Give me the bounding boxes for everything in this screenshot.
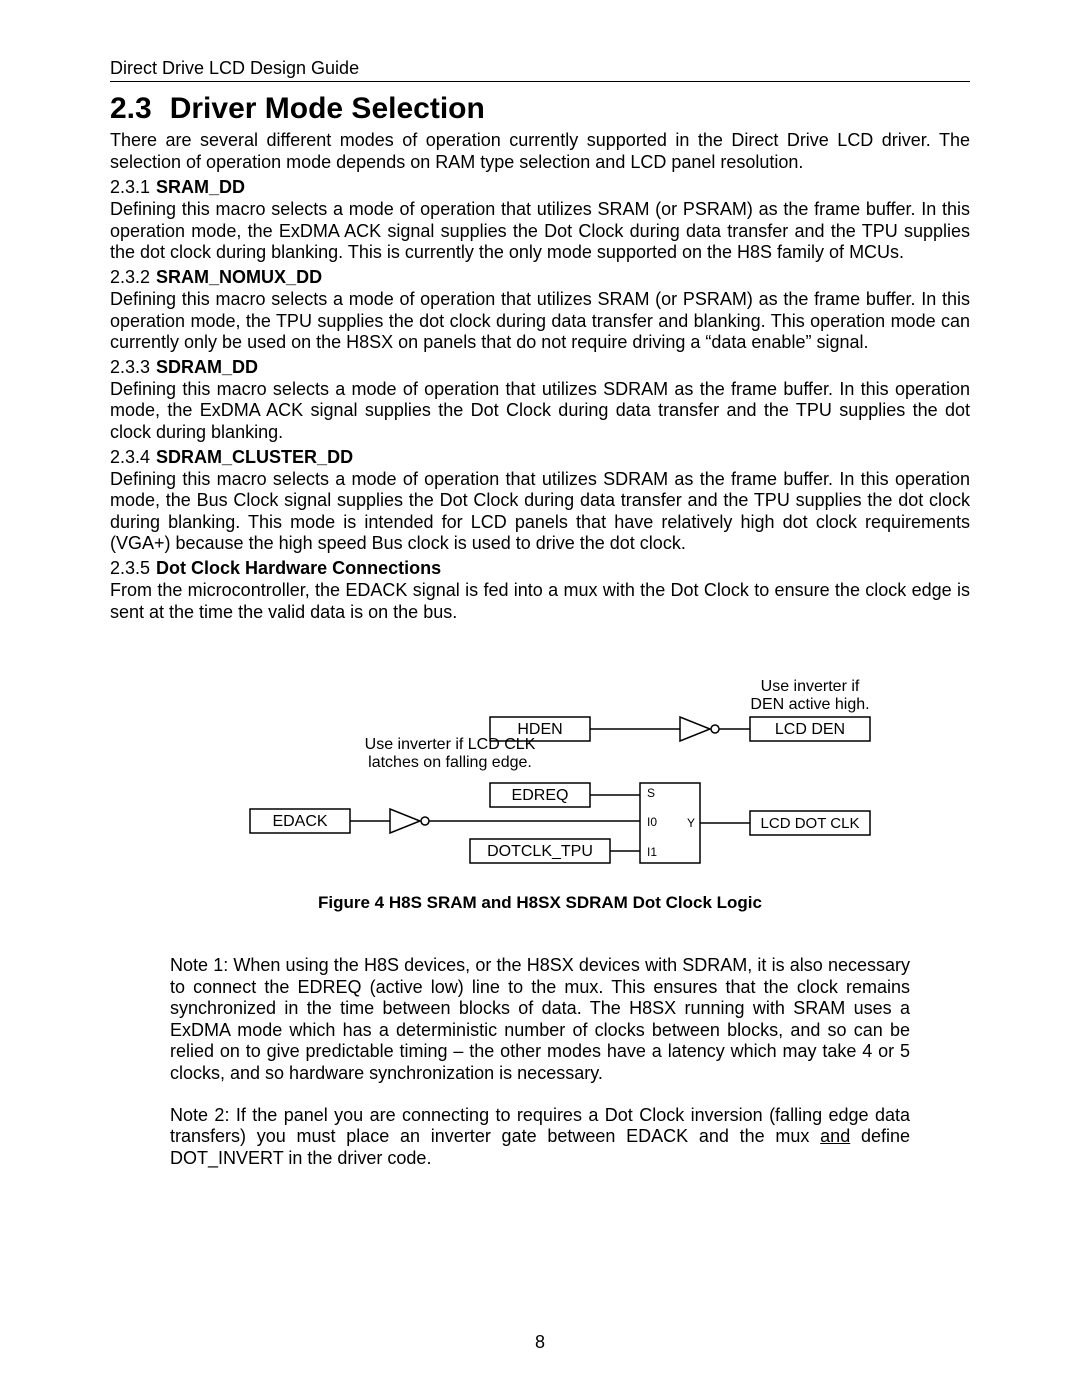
subsection-title: SRAM_DD (156, 177, 245, 197)
annot-clk-line2: latches on falling edge. (368, 754, 532, 771)
note-2: Note 2: If the panel you are connecting … (170, 1105, 910, 1170)
subsection-heading: 2.3.4 SDRAM_CLUSTER_DD (110, 447, 970, 468)
edack-label: EDACK (272, 813, 327, 830)
subsection-heading: 2.3.5 Dot Clock Hardware Connections (110, 558, 970, 579)
dotclk-label: DOTCLK_TPU (487, 843, 593, 860)
subsection-title: Dot Clock Hardware Connections (156, 558, 441, 578)
dot-clock-diagram: Use inverter if DEN active high. Use inv… (190, 671, 890, 881)
figure-caption: Figure 4 H8S SRAM and H8SX SDRAM Dot Clo… (110, 893, 970, 913)
mux-y-label: Y (687, 816, 695, 830)
section-heading: 2.3 Driver Mode Selection (110, 92, 970, 126)
subsection-body: Defining this macro selects a mode of op… (110, 199, 970, 264)
annot-clk-line1: Use inverter if LCD CLK (365, 736, 536, 753)
note-2-underline: and (820, 1126, 850, 1146)
subsection-title: SDRAM_CLUSTER_DD (156, 447, 353, 467)
section-number: 2.3 (110, 92, 152, 125)
subsection-number: 2.3.2 (110, 267, 150, 287)
subsection-title: SDRAM_DD (156, 357, 258, 377)
subsection-body: From the microcontroller, the EDACK sign… (110, 580, 970, 623)
note-2a: Note 2: If the panel you are connecting … (170, 1105, 910, 1147)
lcd-den-label: LCD DEN (775, 721, 845, 738)
annot-den-line1: Use inverter if (761, 678, 860, 695)
subsection-title: SRAM_NOMUX_DD (156, 267, 322, 287)
document-page: Direct Drive LCD Design Guide 2.3 Driver … (0, 0, 1080, 1397)
subsection-heading: 2.3.1 SRAM_DD (110, 177, 970, 198)
subsection-heading: 2.3.2 SRAM_NOMUX_DD (110, 267, 970, 288)
inverter-icon (680, 717, 710, 741)
mux-i1-label: I1 (647, 845, 657, 859)
header-rule (110, 81, 970, 82)
edreq-label: EDREQ (512, 787, 569, 804)
subsection-number: 2.3.3 (110, 357, 150, 377)
inverter-icon (390, 809, 420, 833)
subsection-number: 2.3.4 (110, 447, 150, 467)
annot-den-line2: DEN active high. (750, 696, 869, 713)
notes-block: Note 1: When using the H8S devices, or t… (170, 955, 910, 1169)
subsection-body: Defining this macro selects a mode of op… (110, 469, 970, 555)
mux-s-label: S (647, 786, 655, 800)
note-1: Note 1: When using the H8S devices, or t… (170, 955, 910, 1085)
running-header: Direct Drive LCD Design Guide (110, 58, 970, 79)
section-intro: There are several different modes of ope… (110, 130, 970, 173)
lcd-dot-clk-label: LCD DOT CLK (761, 815, 860, 832)
subsection-body: Defining this macro selects a mode of op… (110, 289, 970, 354)
hden-label: HDEN (517, 721, 562, 738)
page-number: 8 (0, 1332, 1080, 1353)
subsection-number: 2.3.5 (110, 558, 150, 578)
section-title: Driver Mode Selection (170, 92, 485, 125)
mux-i0-label: I0 (647, 815, 657, 829)
diagram-figure: Use inverter if DEN active high. Use inv… (110, 671, 970, 881)
subsection-body: Defining this macro selects a mode of op… (110, 379, 970, 444)
subsection-number: 2.3.1 (110, 177, 150, 197)
subsection-heading: 2.3.3 SDRAM_DD (110, 357, 970, 378)
